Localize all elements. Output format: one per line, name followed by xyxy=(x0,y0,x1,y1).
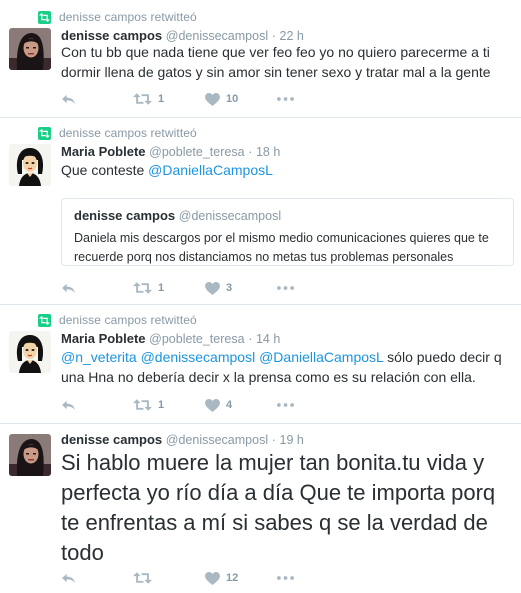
heart-icon xyxy=(205,93,220,106)
timestamp[interactable]: 14 h xyxy=(256,332,280,346)
author-name[interactable]: denisse campos xyxy=(61,432,162,447)
quoted-tweet-text: Daniela mis descargos por el mismo medio… xyxy=(74,231,489,264)
reply-icon xyxy=(61,94,76,105)
like-button[interactable]: 12 xyxy=(205,572,277,585)
retweet-context-label: denisse campos retwitteó xyxy=(59,313,197,327)
quoted-tweet[interactable]: denisse campos @denissecamposl Daniela m… xyxy=(61,198,514,266)
reply-button[interactable] xyxy=(61,283,133,294)
author-handle[interactable]: @denissecamposl xyxy=(166,29,268,43)
retweet-count: 1 xyxy=(158,399,165,411)
mention-link[interactable]: @DaniellaCamposL xyxy=(148,162,273,178)
like-count: 4 xyxy=(226,399,233,411)
timestamp[interactable]: 22 h xyxy=(280,29,304,43)
more-button[interactable] xyxy=(277,286,294,290)
retweet-context-label: denisse campos retwitteó xyxy=(59,126,197,140)
like-button[interactable]: 4 xyxy=(205,399,277,412)
tweet[interactable]: denisse campos @denissecamposl · 19 h Si… xyxy=(0,424,521,593)
tweet-header: Maria Poblete @poblete_teresa · 14 h xyxy=(61,331,280,346)
avatar[interactable] xyxy=(9,331,51,373)
tweet[interactable]: denisse campos retwitteó Maria Poblete @… xyxy=(0,305,521,424)
tweet-text-body: Que conteste xyxy=(61,162,149,178)
reply-button[interactable] xyxy=(61,573,133,584)
like-count: 10 xyxy=(226,93,239,105)
retweet-context-icon xyxy=(38,10,51,24)
retweet-button[interactable]: 1 xyxy=(133,282,205,294)
tweet-text: Si hablo muere la mujer tan bonita.tu vi… xyxy=(61,450,496,565)
quoted-author-handle: @denissecamposl xyxy=(178,209,282,223)
author-name[interactable]: denisse campos xyxy=(61,28,162,43)
tweet-header: Maria Poblete @poblete_teresa · 18 h xyxy=(61,144,280,159)
retweet-icon xyxy=(133,282,152,294)
more-button[interactable] xyxy=(277,576,294,580)
mention-link[interactable]: @n_veterita xyxy=(61,349,137,365)
author-handle[interactable]: @poblete_teresa xyxy=(149,332,244,346)
tweet[interactable]: denisse campos retwitteó Maria Poblete @… xyxy=(0,118,521,305)
timestamp[interactable]: 19 h xyxy=(280,433,304,447)
quoted-tweet-header: denisse campos @denissecamposl xyxy=(74,208,501,223)
reply-button[interactable] xyxy=(61,400,133,411)
timestamp[interactable]: 18 h xyxy=(256,145,280,159)
tweet-actions: 1 3 xyxy=(61,280,294,296)
tweet-text: Que conteste @DaniellaCamposL xyxy=(61,160,511,180)
more-icon xyxy=(277,403,294,407)
retweet-context: denisse campos retwitteó xyxy=(38,313,197,327)
avatar[interactable] xyxy=(9,434,51,476)
like-button[interactable]: 10 xyxy=(205,93,277,106)
tweet-text: @n_veterita @denissecamposl @DaniellaCam… xyxy=(61,347,511,387)
author-handle[interactable]: @poblete_teresa xyxy=(149,145,244,159)
more-icon xyxy=(277,286,294,290)
tweet[interactable]: denisse campos retwitteó denisse campos … xyxy=(0,0,521,118)
quoted-author-name: denisse campos xyxy=(74,208,176,223)
reply-icon xyxy=(61,283,76,294)
reply-icon xyxy=(61,400,76,411)
retweet-count: 1 xyxy=(158,282,165,294)
mention-link[interactable]: @denissecamposl xyxy=(141,349,256,365)
reply-button[interactable] xyxy=(61,94,133,105)
avatar[interactable] xyxy=(9,28,51,70)
retweet-button[interactable] xyxy=(133,572,205,584)
tweet-actions: 1 4 xyxy=(61,397,294,413)
author-name[interactable]: Maria Poblete xyxy=(61,331,146,346)
separator-dot: · xyxy=(248,332,253,346)
retweet-count: 1 xyxy=(158,93,165,105)
timeline: denisse campos retwitteó denisse campos … xyxy=(0,0,521,593)
heart-icon xyxy=(205,572,220,585)
like-button[interactable]: 3 xyxy=(205,282,277,295)
heart-icon xyxy=(205,399,220,412)
like-count: 3 xyxy=(226,282,233,294)
retweet-button[interactable]: 1 xyxy=(133,399,205,411)
more-icon xyxy=(277,97,294,101)
heart-icon xyxy=(205,282,220,295)
retweet-context-label: denisse campos retwitteó xyxy=(59,10,197,24)
author-handle[interactable]: @denissecamposl xyxy=(166,433,268,447)
more-button[interactable] xyxy=(277,97,294,101)
retweet-context-icon xyxy=(38,126,51,140)
separator-dot: · xyxy=(271,433,276,447)
author-name[interactable]: Maria Poblete xyxy=(61,144,146,159)
mention-link[interactable]: @DaniellaCamposL xyxy=(259,349,383,365)
retweet-context: denisse campos retwitteó xyxy=(38,126,197,140)
tweet-header: denisse campos @denissecamposl · 19 h xyxy=(61,432,304,447)
separator-dot: · xyxy=(248,145,253,159)
reply-icon xyxy=(61,573,76,584)
separator-dot: · xyxy=(271,29,276,43)
retweet-context-icon xyxy=(38,313,51,327)
like-count: 12 xyxy=(226,572,239,584)
retweet-icon xyxy=(133,572,152,584)
tweet-text: Con tu bb que nada tiene que ver feo feo… xyxy=(61,44,491,80)
retweet-button[interactable]: 1 xyxy=(133,93,205,105)
avatar[interactable] xyxy=(9,144,51,186)
retweet-icon xyxy=(133,399,152,411)
more-icon xyxy=(277,576,294,580)
tweet-actions: 12 xyxy=(61,570,294,586)
tweet-header: denisse campos @denissecamposl · 22 h xyxy=(61,28,304,43)
tweet-actions: 1 10 xyxy=(61,91,294,107)
retweet-context: denisse campos retwitteó xyxy=(38,10,197,24)
retweet-icon xyxy=(133,93,152,105)
more-button[interactable] xyxy=(277,403,294,407)
